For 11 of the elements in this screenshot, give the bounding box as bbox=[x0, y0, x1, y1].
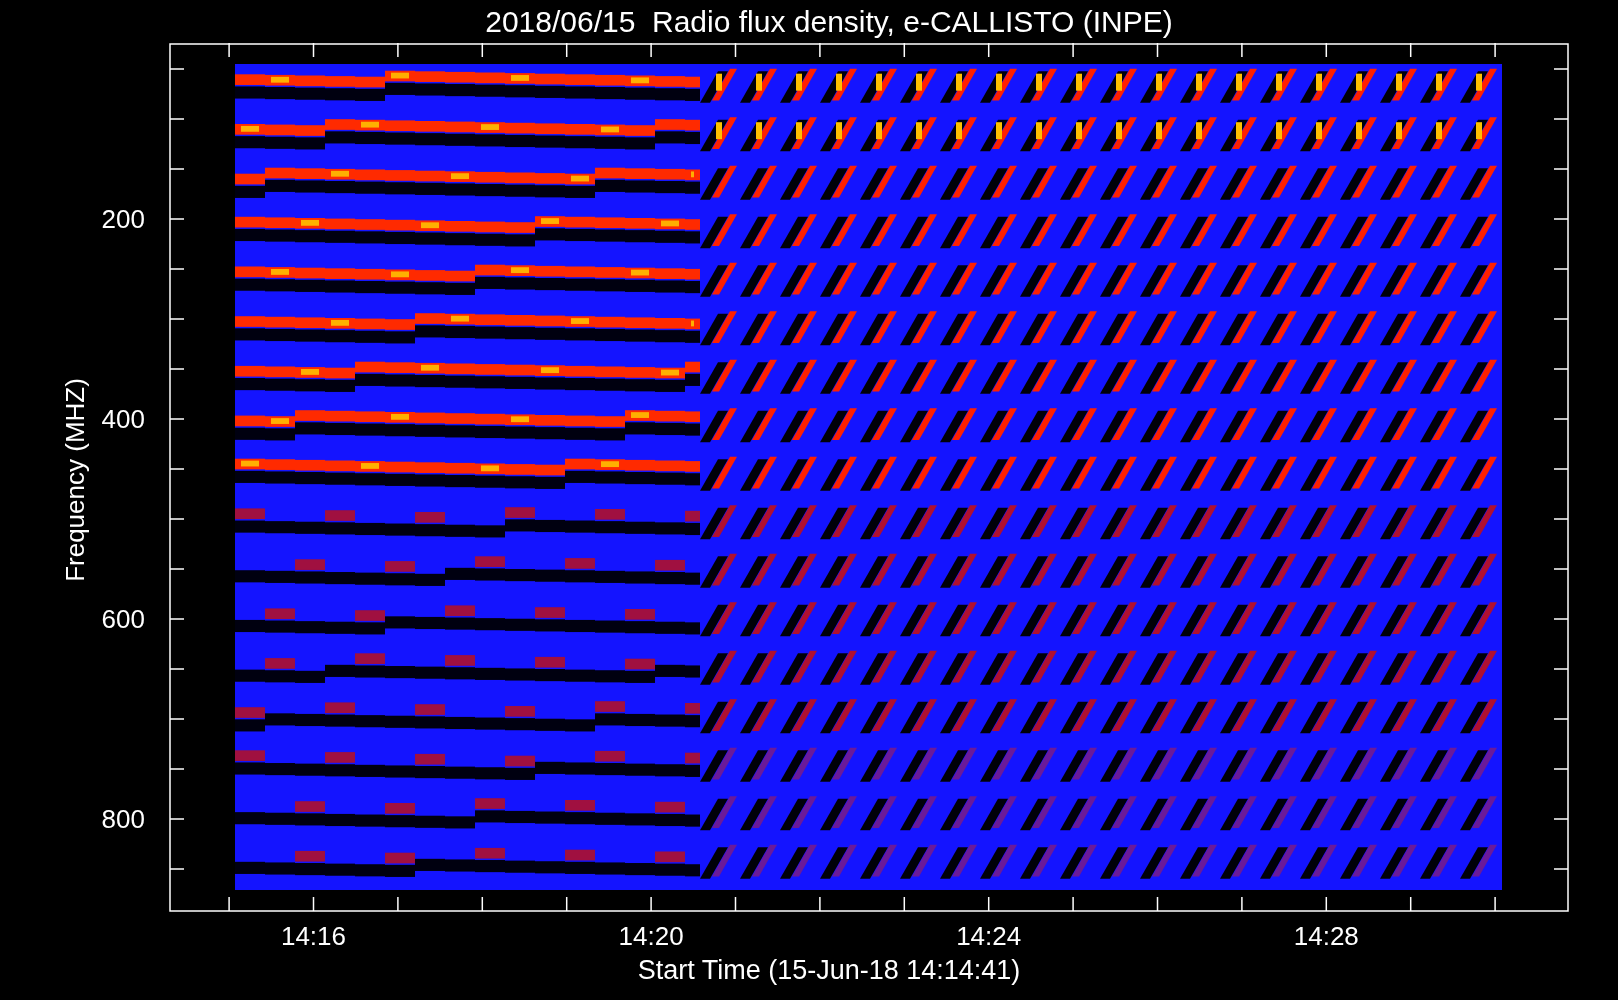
y-tick-label: 200 bbox=[101, 204, 145, 234]
chart-title: 2018/06/15 Radio flux density, e-CALLISTO (INPE) bbox=[485, 4, 1173, 39]
x-tick-label: 14:24 bbox=[956, 921, 1022, 951]
y-tick-label: 800 bbox=[101, 804, 145, 834]
y-tick-label: 400 bbox=[101, 404, 145, 434]
x-tick-label: 14:20 bbox=[618, 921, 684, 951]
y-axis-label: Frequency (MHZ) bbox=[60, 378, 90, 582]
x-tick-label: 14:16 bbox=[280, 921, 347, 951]
y-tick-label: 600 bbox=[101, 604, 145, 634]
x-axis-label: Start Time (15-Jun-18 14:14:41) bbox=[637, 955, 1021, 985]
x-tick-label: 14:28 bbox=[1293, 921, 1359, 951]
